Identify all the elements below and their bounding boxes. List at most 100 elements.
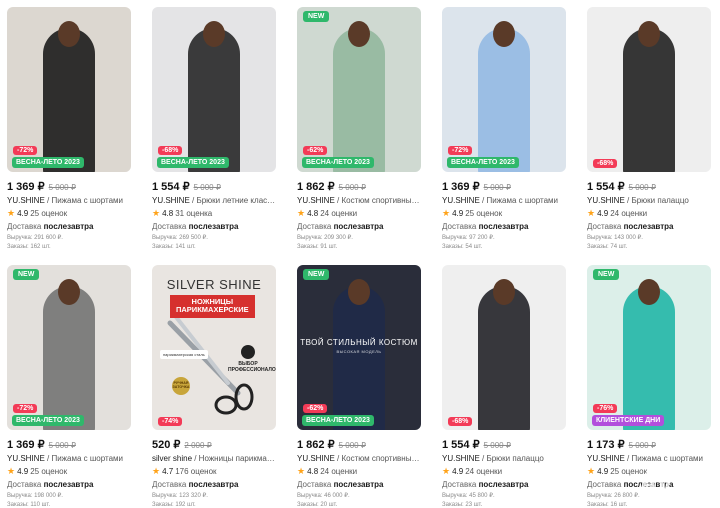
model-head	[638, 21, 660, 47]
orders-text: Заказы: 54 шт.	[442, 244, 483, 250]
photo-overlay-text: ТВОЙ СТИЛЬНЫЙ КОСТЮМ ВЫСОКАЯ МОДЕЛЬ	[297, 338, 421, 354]
star-icon: ★	[442, 466, 451, 476]
product-name[interactable]: / Ножницы парикмахер…	[192, 454, 276, 463]
product-card[interactable]: NEW -72% ВЕСНА-ЛЕТО 2023 1 369 ₽5 000 ₽ YU.S…	[7, 265, 131, 508]
rating-row: ★ 4.9 25 оценок	[7, 208, 131, 219]
product-title[interactable]: YU.SHINE / Пижама с шортами	[7, 196, 131, 205]
product-title[interactable]: YU.SHINE / Брюки летние классиче…	[152, 196, 276, 205]
revenue-text: Выручка: 209 300 ₽.	[297, 235, 353, 241]
review-count: 25 оценок	[465, 209, 503, 218]
product-name[interactable]: / Пижама с шортами	[45, 196, 123, 205]
product-title[interactable]: YU.SHINE / Брюки палаццо	[442, 454, 566, 463]
product-card[interactable]: -72% ВЕСНА-ЛЕТО 2023 1 369 ₽5 000 ₽ YU.SHIN…	[442, 7, 566, 253]
star-icon: ★	[442, 208, 451, 218]
product-photo[interactable]: SILVER SHINE НОЖНИЦЫ ПАРИКМАХЕРСКИЕ парикма…	[152, 265, 276, 430]
model-head	[348, 279, 370, 305]
orders-text: Заказы: 110 шт.	[7, 502, 51, 508]
product-photo[interactable]: -68% ВЕСНА-ЛЕТО 2023	[152, 7, 276, 172]
promo-badge: ВЕСНА-ЛЕТО 2023	[302, 415, 374, 426]
product-photo[interactable]: -72% ВЕСНА-ЛЕТО 2023	[442, 7, 566, 172]
revenue-text: Выручка: 198 000 ₽.	[7, 493, 63, 499]
model-head	[493, 279, 515, 305]
orders-text: Заказы: 141 шт.	[152, 244, 196, 250]
product-title[interactable]: silver shine / Ножницы парикмахер…	[152, 454, 276, 463]
delivery-date: послезавтра	[188, 222, 239, 231]
model-head	[58, 279, 80, 305]
price-row: 1 369 ₽5 000 ₽	[7, 180, 131, 193]
review-count: 176 оценок	[175, 467, 217, 476]
brand-name[interactable]: YU.SHINE	[7, 196, 45, 205]
product-title[interactable]: YU.SHINE / Пижама с шортами	[442, 196, 566, 205]
product-name[interactable]: / Костюм спортивный вел…	[335, 196, 421, 205]
brand-name[interactable]: YU.SHINE	[442, 454, 480, 463]
brand-name[interactable]: YU.SHINE	[587, 454, 625, 463]
delivery-info: Доставка послезавтра	[297, 480, 421, 489]
discount-badge: -74%	[158, 417, 183, 426]
brand-name[interactable]: YU.SHINE	[297, 454, 335, 463]
promo-badge: ВЕСНА-ЛЕТО 2023	[302, 157, 374, 168]
product-photo[interactable]: ТВОЙ СТИЛЬНЫЙ КОСТЮМ ВЫСОКАЯ МОДЕЛЬ NEW -62…	[297, 265, 421, 430]
old-price: 5 000 ₽	[48, 441, 76, 450]
product-title[interactable]: YU.SHINE / Пижама с шортами	[7, 454, 131, 463]
product-card[interactable]: NEW -62% ВЕСНА-ЛЕТО 2023 1 862 ₽5 000 ₽ YU.S…	[297, 7, 421, 253]
model-figure	[43, 286, 95, 430]
product-title[interactable]: YU.SHINE / Костюм спортивный вел…	[297, 454, 421, 463]
review-count: 25 оценок	[30, 209, 68, 218]
model-figure	[188, 28, 240, 172]
discount-badge: -68%	[448, 417, 473, 426]
brand-name[interactable]: YU.SHINE	[7, 454, 45, 463]
rating-row: ★ 4.9 25 оценок	[442, 208, 566, 219]
delivery-label: Доставка	[297, 222, 334, 231]
product-card[interactable]: SILVER SHINE НОЖНИЦЫ ПАРИКМАХЕРСКИЕ парикма…	[152, 265, 276, 508]
product-photo[interactable]: NEW -62% ВЕСНА-ЛЕТО 2023	[297, 7, 421, 172]
product-name[interactable]: / Костюм спортивный вел…	[335, 454, 421, 463]
product-card[interactable]: -72% ВЕСНА-ЛЕТО 2023 1 369 ₽5 000 ₽ YU.SHIN…	[7, 7, 131, 253]
product-photo[interactable]: -72% ВЕСНА-ЛЕТО 2023	[7, 7, 131, 172]
rating-row: ★ 4.8 24 оценки	[297, 466, 421, 477]
delivery-date: послезавтра	[43, 222, 94, 231]
product-name[interactable]: / Брюки палаццо	[480, 454, 544, 463]
rating-value: 4.9	[452, 209, 464, 218]
hand-sharpening-badge: РУЧНАЯ ЗАТОЧКА	[172, 377, 190, 395]
rating-value: 4.9	[597, 209, 609, 218]
delivery-info: Доставка послезавтра	[442, 480, 566, 489]
delivery-label: Доставка	[152, 222, 189, 231]
revenue-text: Выручка: 46 000 ₽.	[297, 493, 350, 499]
overlay-title: ТВОЙ СТИЛЬНЫЙ КОСТЮМ	[300, 338, 418, 347]
brand-name[interactable]: YU.SHINE	[442, 196, 480, 205]
product-name[interactable]: / Брюки палаццо	[625, 196, 689, 205]
rating-row: ★ 4.9 24 оценки	[442, 466, 566, 477]
product-title[interactable]: YU.SHINE / Костюм спортивный вел…	[297, 196, 421, 205]
product-photo[interactable]: NEW -72% ВЕСНА-ЛЕТО 2023	[7, 265, 131, 430]
product-card[interactable]: -68% 1 554 ₽5 000 ₽ YU.SHINE / Брюки палац…	[442, 265, 566, 508]
product-photo[interactable]: -68%	[587, 7, 711, 172]
promo-badge: ВЕСНА-ЛЕТО 2023	[157, 157, 229, 168]
product-card[interactable]: ТВОЙ СТИЛЬНЫЙ КОСТЮМ ВЫСОКАЯ МОДЕЛЬ NEW -62…	[297, 265, 421, 508]
product-name[interactable]: / Пижама с шортами	[625, 454, 703, 463]
rating-row: ★ 4.8 24 оценки	[297, 208, 421, 219]
product-name[interactable]: / Пижама с шортами	[45, 454, 123, 463]
product-title[interactable]: YU.SHINE / Пижама с шортами	[587, 454, 711, 463]
product-card[interactable]: -68% ВЕСНА-ЛЕТО 2023 1 554 ₽5 000 ₽ YU.SHIN…	[152, 7, 276, 253]
old-price: 2 000 ₽	[184, 441, 212, 450]
product-name[interactable]: / Пижама с шортами	[480, 196, 558, 205]
product-photo[interactable]: NEW -76% КЛИЕНТСКИЕ ДНИ	[587, 265, 711, 430]
price-row: 1 369 ₽5 000 ₽	[442, 180, 566, 193]
brand-name[interactable]: silver shine	[152, 454, 192, 463]
product-card[interactable]: -68% 1 554 ₽5 000 ₽ YU.SHINE / Брюки палац…	[587, 7, 711, 253]
old-price: 5 000 ₽	[48, 183, 76, 192]
brand-name[interactable]: YU.SHINE	[152, 196, 190, 205]
new-badge: NEW	[13, 269, 40, 280]
price-row: 1 554 ₽5 000 ₽	[587, 180, 711, 193]
review-count: 24 оценки	[320, 209, 358, 218]
brand-name[interactable]: YU.SHINE	[297, 196, 335, 205]
brand-name[interactable]: YU.SHINE	[587, 196, 625, 205]
product-name[interactable]: / Брюки летние классиче…	[190, 196, 276, 205]
model-figure	[43, 28, 95, 172]
product-title[interactable]: YU.SHINE / Брюки палаццо	[587, 196, 711, 205]
product-grid: -72% ВЕСНА-ЛЕТО 2023 1 369 ₽5 000 ₽ YU.SHIN…	[7, 7, 711, 508]
delivery-date: послезавтра	[188, 480, 239, 489]
product-photo[interactable]: -68%	[442, 265, 566, 430]
model-figure	[623, 28, 675, 172]
review-count: 31 оценка	[175, 209, 213, 218]
